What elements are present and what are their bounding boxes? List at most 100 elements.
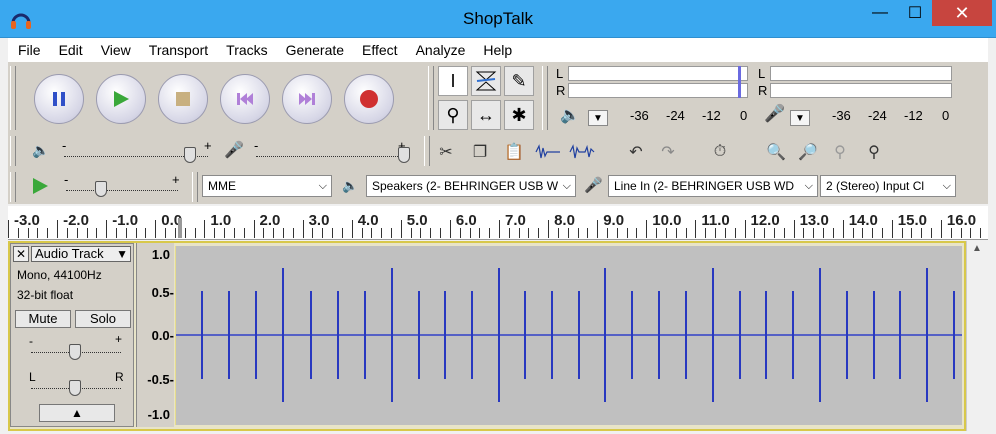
track-name-menu[interactable]: Audio Track ▼ xyxy=(31,246,131,262)
menu-view[interactable]: View xyxy=(101,42,131,58)
cut-button[interactable]: ✂ xyxy=(432,138,460,166)
play-at-speed-button[interactable] xyxy=(26,172,54,200)
menu-generate[interactable]: Generate xyxy=(286,42,344,58)
ruler-tick xyxy=(125,228,127,238)
recording-channels-select[interactable]: 2 (Stereo) Input Cl ⌵ xyxy=(820,175,956,197)
ruler-tick xyxy=(37,228,39,238)
gain-slider[interactable] xyxy=(69,344,81,360)
ruler-tick xyxy=(587,228,589,238)
zoom-tool-button[interactable]: ⚲ xyxy=(438,100,468,130)
chevron-down-icon: ⌵ xyxy=(318,180,327,192)
menu-edit[interactable]: Edit xyxy=(59,42,83,58)
playback-meter-left[interactable] xyxy=(568,66,748,81)
ruler-tick xyxy=(66,228,68,238)
timeline-ruler[interactable]: -3.0 -2.0 -1.0 0.0 1.0 2.0 3.0 4.0 5.0 6.0 7.0 8.0 9… xyxy=(8,206,988,240)
toolbar-grip[interactable] xyxy=(10,136,16,166)
toolbar-grip[interactable] xyxy=(542,66,548,130)
toolbar-grip[interactable] xyxy=(424,136,430,166)
time-shift-tool-button[interactable]: ↔ xyxy=(471,100,501,130)
toolbar-grip[interactable] xyxy=(428,66,434,130)
menu-file[interactable]: File xyxy=(18,42,41,58)
record-meter-left[interactable] xyxy=(770,66,952,81)
trim-button[interactable] xyxy=(534,138,562,166)
menu-transport[interactable]: Transport xyxy=(149,42,208,58)
mute-button[interactable]: Mute xyxy=(15,310,71,328)
collapse-track-button[interactable]: ▲ xyxy=(39,404,115,422)
redo-button[interactable]: ↷ xyxy=(654,138,682,166)
scroll-up-icon[interactable]: ▲ xyxy=(972,243,982,254)
ruler-tick xyxy=(116,228,118,238)
playback-device-select[interactable]: Speakers (2- BEHRINGER USB W ⌵ xyxy=(366,175,576,197)
fit-selection-button[interactable]: ⚲ xyxy=(826,138,854,166)
menu-effect[interactable]: Effect xyxy=(362,42,398,58)
ruler-tick xyxy=(665,228,667,238)
ruler-label: 4.0 xyxy=(357,212,379,229)
undo-button[interactable]: ↶ xyxy=(622,138,650,166)
zoom-in-button[interactable]: 🔍 xyxy=(762,138,790,166)
ruler-label: 13.0 xyxy=(799,212,829,229)
envelope-tool-button[interactable] xyxy=(471,66,501,96)
envelope-icon xyxy=(475,71,497,91)
ruler-tick xyxy=(577,228,579,238)
menu-help[interactable]: Help xyxy=(483,42,512,58)
fit-project-button[interactable]: ⚲ xyxy=(860,138,888,166)
ruler-label: 16.0 xyxy=(946,212,977,229)
playback-volume-minus: - xyxy=(62,138,67,153)
copy-button[interactable]: ❐ xyxy=(466,138,494,166)
play-button[interactable] xyxy=(96,74,146,124)
meter-tick: -12 xyxy=(904,108,923,123)
pause-button[interactable] xyxy=(34,74,84,124)
ruler-tick xyxy=(695,220,697,238)
ruler-tick xyxy=(204,220,206,238)
paste-icon: 📋 xyxy=(504,144,524,161)
ruler-tick xyxy=(921,228,923,238)
vertical-scrollbar[interactable]: ▲ xyxy=(966,241,988,431)
toolbar-grip[interactable] xyxy=(192,172,198,202)
sync-lock-button[interactable]: ⏱ xyxy=(706,138,734,166)
play-icon xyxy=(114,91,129,107)
title-bar: ShopTalk — ☐ ✕ xyxy=(0,0,996,38)
ruler-tick xyxy=(263,228,265,238)
ruler-label: 6.0 xyxy=(455,212,477,229)
toolbar-grip[interactable] xyxy=(10,66,16,130)
silence-button[interactable] xyxy=(568,138,596,166)
waveform[interactable] xyxy=(175,246,962,425)
multi-tool-button[interactable]: ✱ xyxy=(504,100,534,130)
skip-to-end-button[interactable] xyxy=(282,74,332,124)
zoom-out-button[interactable]: 🔎 xyxy=(794,138,822,166)
recording-device-select[interactable]: Line In (2- BEHRINGER USB WD ⌵ xyxy=(608,175,818,197)
ruler-tick xyxy=(194,228,196,238)
ruler-label: 2.0 xyxy=(259,212,281,229)
playback-meter-dropdown[interactable]: ▼ xyxy=(588,110,608,126)
solo-button[interactable]: Solo xyxy=(75,310,131,328)
draw-tool-button[interactable]: ✎ xyxy=(504,66,534,96)
close-button[interactable]: ✕ xyxy=(932,0,992,26)
play-speed-plus: + xyxy=(172,172,180,187)
play-speed-slider[interactable] xyxy=(95,181,107,197)
ruler-tick xyxy=(410,228,412,238)
paste-button[interactable]: 📋 xyxy=(500,138,528,166)
track-close-button[interactable]: ✕ xyxy=(13,246,29,262)
menu-tracks[interactable]: Tracks xyxy=(226,42,267,58)
menu-analyze[interactable]: Analyze xyxy=(416,42,466,58)
ruler-tick xyxy=(155,220,157,238)
stop-button[interactable] xyxy=(158,74,208,124)
selection-tool-button[interactable]: I xyxy=(438,66,468,96)
playhead-marker[interactable] xyxy=(178,218,182,238)
record-button[interactable] xyxy=(344,74,394,124)
amplitude-scale: 1.0 0.5- 0.0- -0.5- -1.0 xyxy=(136,243,174,427)
playback-meter-right-label: R xyxy=(556,83,566,98)
maximize-button[interactable]: ☐ xyxy=(895,0,935,26)
minimize-button[interactable]: — xyxy=(860,0,900,26)
input-volume-slider[interactable] xyxy=(398,147,410,163)
record-meter-dropdown[interactable]: ▼ xyxy=(790,110,810,126)
toolbar-grip[interactable] xyxy=(10,172,16,202)
meter-tick: 0 xyxy=(942,108,950,123)
ruler-tick xyxy=(332,228,334,238)
playback-volume-slider[interactable] xyxy=(184,147,196,163)
skip-to-start-button[interactable] xyxy=(220,74,270,124)
audio-host-select[interactable]: MME ⌵ xyxy=(202,175,332,197)
record-meter-right[interactable] xyxy=(770,83,952,98)
playback-meter-right[interactable] xyxy=(568,83,748,98)
pan-slider[interactable] xyxy=(69,380,81,396)
